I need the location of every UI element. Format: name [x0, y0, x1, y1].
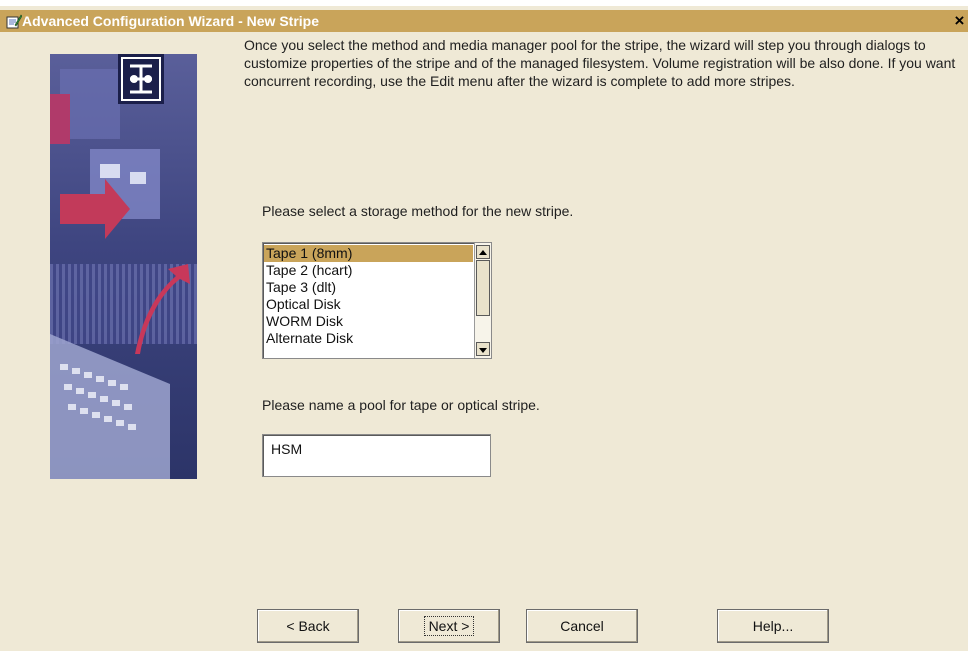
pool-name-label: Please name a pool for tape or optical s… [262, 397, 540, 413]
wizard-side-image [50, 54, 197, 479]
listbox-scrollbar[interactable] [474, 243, 491, 358]
instructions-text: Once you select the method and media man… [244, 37, 956, 89]
list-item-alternate-disk[interactable]: Alternate Disk [264, 330, 473, 347]
list-item-tape-3[interactable]: Tape 3 (dlt) [264, 279, 473, 296]
list-item-tape-1[interactable]: Tape 1 (8mm) [264, 245, 473, 262]
wizard-app-icon [6, 14, 22, 29]
storage-method-items: Tape 1 (8mm) Tape 2 (hcart) Tape 3 (dlt)… [264, 245, 473, 347]
list-item-tape-2[interactable]: Tape 2 (hcart) [264, 262, 473, 279]
scroll-up-button[interactable] [476, 245, 490, 259]
title-bar[interactable]: Advanced Configuration Wizard - New Stri… [0, 10, 968, 32]
arrow-up-icon [479, 250, 487, 255]
help-button[interactable]: Help... [717, 609, 829, 643]
scroll-down-button[interactable] [476, 342, 490, 356]
pool-name-field[interactable]: HSM [262, 434, 491, 477]
storage-method-label: Please select a storage method for the n… [262, 203, 574, 219]
cancel-button[interactable]: Cancel [526, 609, 638, 643]
window-title: Advanced Configuration Wizard - New Stri… [22, 13, 320, 29]
close-icon[interactable]: × [951, 12, 968, 29]
next-button[interactable]: Next > [398, 609, 500, 643]
storage-method-listbox[interactable]: Tape 1 (8mm) Tape 2 (hcart) Tape 3 (dlt)… [262, 242, 492, 359]
next-button-label: Next > [423, 616, 475, 636]
list-item-worm-disk[interactable]: WORM Disk [264, 313, 473, 330]
arrow-down-icon [479, 348, 487, 353]
back-button[interactable]: < Back [257, 609, 359, 643]
list-item-optical-disk[interactable]: Optical Disk [264, 296, 473, 313]
scroll-thumb[interactable] [476, 260, 490, 316]
